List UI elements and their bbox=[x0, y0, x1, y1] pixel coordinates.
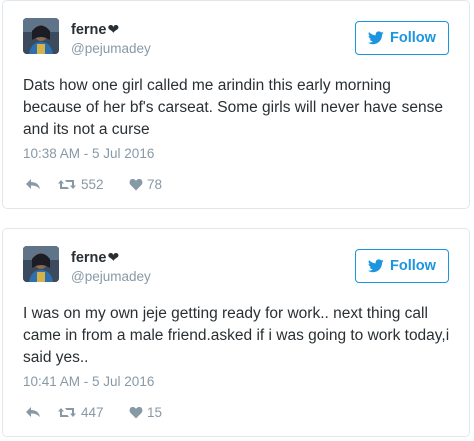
follow-button-label: Follow bbox=[390, 258, 436, 274]
tweet-actions: 552 78 bbox=[25, 175, 162, 193]
display-name[interactable]: ferne❤ bbox=[71, 21, 119, 38]
tweet-card: ferne❤ @pejumadey Follow Dats how one gi… bbox=[2, 0, 470, 209]
retweet-icon bbox=[58, 407, 76, 417]
display-name[interactable]: ferne❤ bbox=[71, 249, 119, 266]
reply-icon bbox=[26, 178, 40, 189]
tweet-text: I was on my own jeje getting ready for w… bbox=[23, 305, 450, 366]
avatar[interactable] bbox=[23, 18, 59, 54]
heart-icon bbox=[129, 406, 143, 418]
user-handle[interactable]: @pejumadey bbox=[71, 269, 151, 285]
retweet-count: 552 bbox=[81, 176, 104, 192]
heart-emoji-icon: ❤ bbox=[107, 21, 120, 37]
follow-button-label: Follow bbox=[390, 30, 436, 46]
user-handle[interactable]: @pejumadey bbox=[71, 41, 151, 57]
like-button[interactable]: 78 bbox=[129, 177, 162, 192]
retweet-button[interactable]: 447 bbox=[57, 405, 129, 420]
retweet-button[interactable]: 552 bbox=[57, 177, 129, 192]
tweet-card: ferne❤ @pejumadey Follow I was on my own… bbox=[2, 228, 470, 437]
follow-button[interactable]: Follow bbox=[355, 21, 449, 55]
retweet-icon bbox=[58, 179, 76, 189]
twitter-bird-icon bbox=[368, 31, 384, 45]
like-count: 15 bbox=[147, 404, 163, 420]
reply-button[interactable] bbox=[25, 178, 57, 191]
reply-button[interactable] bbox=[25, 406, 57, 419]
display-name-text: ferne bbox=[71, 22, 107, 38]
heart-icon bbox=[129, 178, 143, 190]
twitter-bird-icon bbox=[368, 259, 384, 273]
retweet-count: 447 bbox=[81, 404, 104, 420]
tweet-text: Dats how one girl called me arindin this… bbox=[23, 77, 443, 138]
tweet-actions: 447 15 bbox=[25, 403, 162, 421]
display-name-text: ferne bbox=[71, 250, 107, 266]
tweet-timestamp[interactable]: 10:38 AM - 5 Jul 2016 bbox=[23, 146, 154, 162]
tweet-timestamp[interactable]: 10:41 AM - 5 Jul 2016 bbox=[23, 374, 154, 390]
heart-emoji-icon: ❤ bbox=[107, 249, 120, 265]
follow-button[interactable]: Follow bbox=[355, 249, 449, 283]
like-count: 78 bbox=[147, 176, 163, 192]
like-button[interactable]: 15 bbox=[129, 405, 162, 420]
avatar[interactable] bbox=[23, 246, 59, 282]
reply-icon bbox=[26, 406, 40, 417]
